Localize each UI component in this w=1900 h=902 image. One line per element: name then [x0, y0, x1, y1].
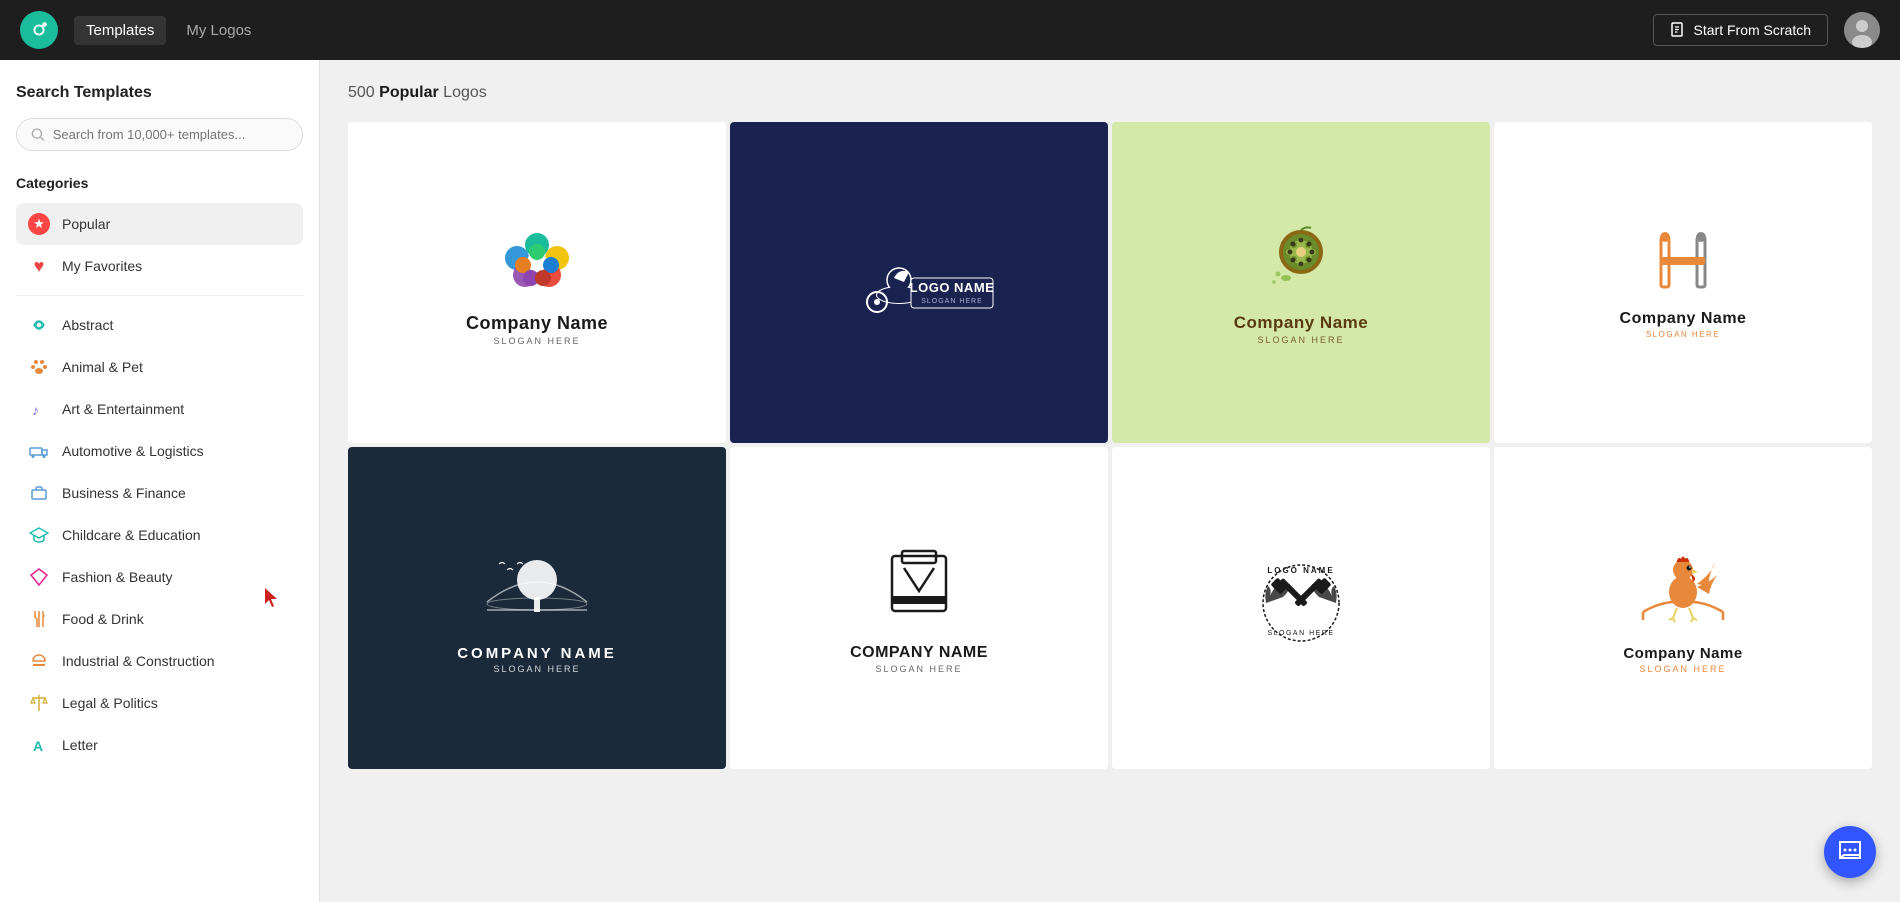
letter-icon: A [28, 734, 50, 756]
logo-name-6: COMPANY NAME [850, 644, 988, 662]
svg-text:♪: ♪ [32, 402, 39, 418]
hard-hat-icon [28, 650, 50, 672]
briefcase-icon [28, 482, 50, 504]
sidebar-item-food[interactable]: Food & Drink [16, 598, 303, 640]
star-icon [28, 213, 50, 235]
logo-slogan-5: SLOGAN HERE [493, 664, 580, 674]
logo-slogan-8: SLOGAN HERE [1639, 664, 1726, 674]
logo-name-4: Company Name [1620, 310, 1747, 328]
sidebar-item-animal[interactable]: Animal & Pet [16, 346, 303, 388]
logo-graphic-3 [1256, 220, 1346, 305]
music-icon: ♪ [28, 398, 50, 420]
app-logo[interactable] [20, 11, 58, 49]
search-icon [31, 127, 45, 142]
heart-icon: ♥ [28, 255, 50, 277]
logo-card-4[interactable]: Company Name SLOGAN HERE [1494, 122, 1872, 443]
logo-name-5: COMPANY NAME [457, 645, 617, 662]
svg-text:SLOGAN HERE: SLOGAN HERE [1267, 630, 1334, 637]
category-label-fashion: Fashion & Beauty [62, 569, 173, 585]
logo-slogan-3: Slogan Here [1257, 335, 1344, 345]
logo-name-3: Company Name [1234, 313, 1368, 333]
document-icon [1670, 22, 1686, 38]
category-label-letter: Letter [62, 737, 98, 753]
category-label-animal: Animal & Pet [62, 359, 143, 375]
sidebar-divider [16, 295, 303, 296]
nav-mylogos[interactable]: My Logos [174, 16, 263, 45]
search-input[interactable] [53, 127, 288, 142]
logo-name-1: Company Name [466, 313, 608, 334]
logo-slogan-1: SLOGAN HERE [493, 336, 580, 346]
main-content: 500 Popular Logos [320, 60, 1900, 902]
scale-icon [28, 692, 50, 714]
category-label-business: Business & Finance [62, 485, 186, 501]
logo-name-8: Company Name [1623, 645, 1742, 662]
logo-graphic-6 [874, 541, 964, 636]
logo-graphic-8 [1633, 542, 1733, 637]
logo-slogan-4: SLOGAN HERE [1646, 330, 1720, 339]
content-header: 500 Popular Logos [348, 84, 1872, 102]
svg-text:SLOGAN HERE: SLOGAN HERE [921, 298, 983, 305]
logo-graphic-1 [487, 220, 587, 305]
category-label-legal: Legal & Politics [62, 695, 158, 711]
user-avatar[interactable] [1844, 12, 1880, 48]
logo-graphic-5 [477, 542, 597, 637]
sidebar-item-fashion[interactable]: Fashion & Beauty [16, 556, 303, 598]
logo-count: 500 [348, 84, 375, 101]
category-label-automotive: Automotive & Logistics [62, 443, 204, 459]
svg-text:LOGO NAME: LOGO NAME [910, 280, 995, 295]
sidebar-item-business[interactable]: Business & Finance [16, 472, 303, 514]
search-box[interactable] [16, 118, 303, 151]
logo-card-1[interactable]: Company Name SLOGAN HERE [348, 122, 726, 443]
category-label-favorites: My Favorites [62, 258, 142, 274]
logo-grid: Company Name SLOGAN HERE [348, 122, 1872, 769]
header-right: Start From Scratch [1653, 12, 1880, 48]
logo-graphic-7: LOGO NAME SLOGAN HERE [1246, 551, 1356, 656]
sidebar-item-legal[interactable]: Legal & Politics [16, 682, 303, 724]
header: Templates My Logos Start From Scratch [0, 0, 1900, 60]
truck-icon [28, 440, 50, 462]
nav-templates[interactable]: Templates [74, 16, 166, 45]
logo-slogan-6: SLOGAN HERE [875, 664, 962, 674]
logo-graphic-4 [1633, 227, 1733, 302]
categories-title: Categories [16, 175, 303, 191]
logo-graphic-2: LOGO NAME SLOGAN HERE [839, 240, 999, 320]
category-label-abstract: Abstract [62, 317, 113, 333]
sidebar-item-favorites[interactable]: ♥ My Favorites [16, 245, 303, 287]
logo-card-3[interactable]: Company Name Slogan Here [1112, 122, 1490, 443]
sidebar-item-automotive[interactable]: Automotive & Logistics [16, 430, 303, 472]
sidebar-item-letter[interactable]: A Letter [16, 724, 303, 766]
sidebar-item-abstract[interactable]: Abstract [16, 304, 303, 346]
category-label-industrial: Industrial & Construction [62, 653, 215, 669]
logo-card-2[interactable]: LOGO NAME SLOGAN HERE [730, 122, 1108, 443]
category-label-art: Art & Entertainment [62, 401, 184, 417]
svg-text:LOGO NAME: LOGO NAME [1267, 566, 1334, 575]
logo-card-7[interactable]: LOGO NAME SLOGAN HERE [1112, 447, 1490, 768]
category-label-popular: Popular [62, 216, 110, 232]
sidebar-item-industrial[interactable]: Industrial & Construction [16, 640, 303, 682]
sidebar-item-childcare[interactable]: Childcare & Education [16, 514, 303, 556]
food-icon [28, 608, 50, 630]
diamond-icon [28, 566, 50, 588]
logo-card-8[interactable]: Company Name SLOGAN HERE [1494, 447, 1872, 768]
category-label-childcare: Childcare & Education [62, 527, 201, 543]
svg-text:A: A [33, 738, 43, 754]
sidebar-item-popular[interactable]: Popular [16, 203, 303, 245]
sidebar-item-art[interactable]: ♪ Art & Entertainment [16, 388, 303, 430]
abstract-icon [28, 314, 50, 336]
content-suffix: Logos [443, 84, 487, 101]
start-from-scratch-label: Start From Scratch [1694, 22, 1811, 38]
paw-icon [28, 356, 50, 378]
graduation-icon [28, 524, 50, 546]
header-nav: Templates My Logos [74, 16, 263, 45]
category-label-food: Food & Drink [62, 611, 144, 627]
sidebar: Search Templates Categories Popular ♥ My… [0, 60, 320, 902]
content-category: Popular [379, 84, 439, 101]
logo-card-5[interactable]: COMPANY NAME SLOGAN HERE [348, 447, 726, 768]
start-from-scratch-button[interactable]: Start From Scratch [1653, 14, 1828, 46]
logo-card-6[interactable]: COMPANY NAME SLOGAN HERE [730, 447, 1108, 768]
sidebar-title: Search Templates [16, 84, 303, 102]
chat-button[interactable] [1824, 826, 1876, 878]
main-layout: Search Templates Categories Popular ♥ My… [0, 60, 1900, 902]
